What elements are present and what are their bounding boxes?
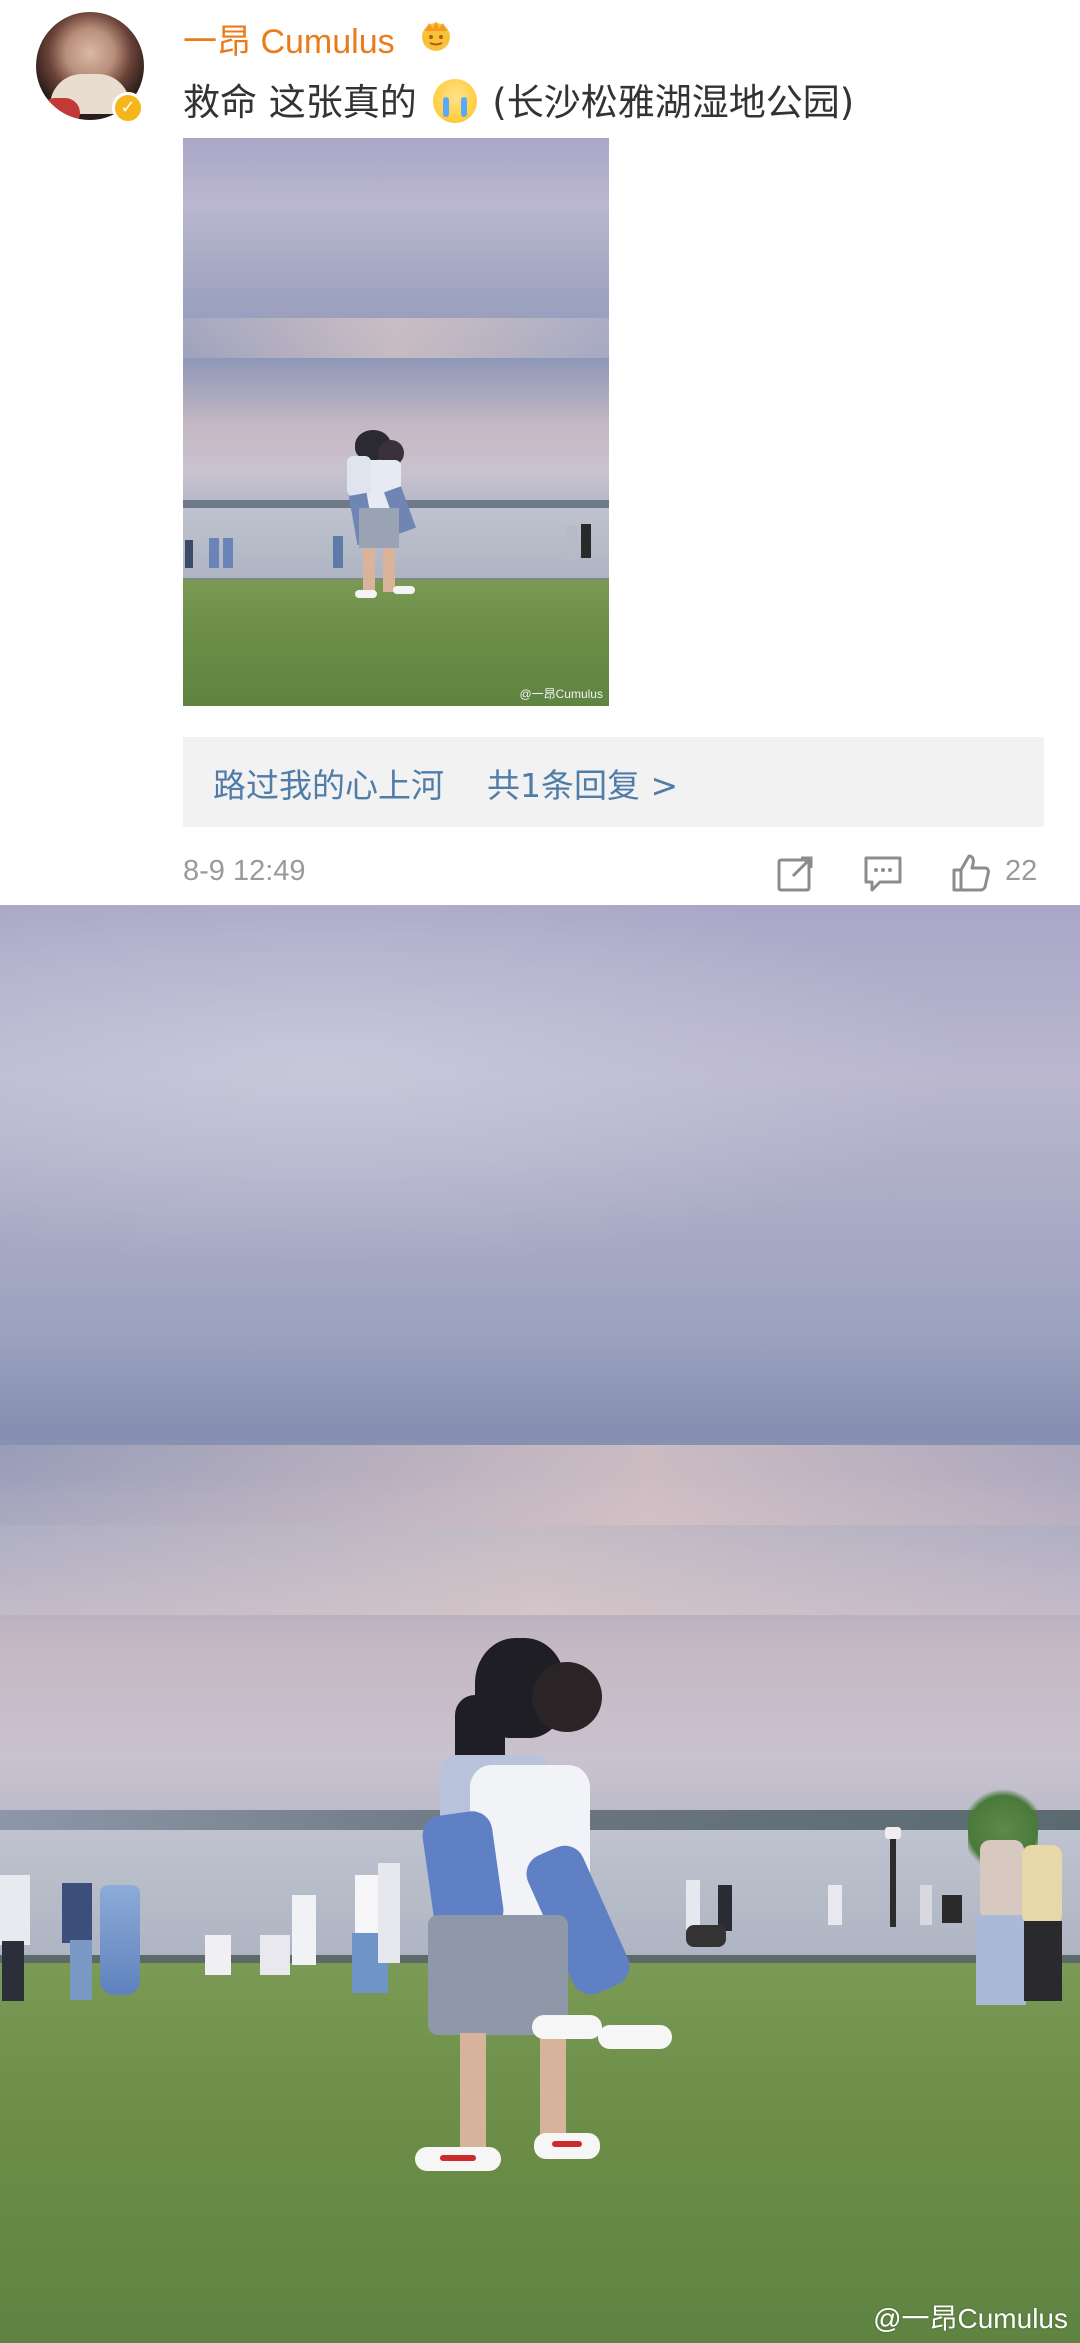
share-icon[interactable] [775,852,817,894]
post-timestamp: 8-9 12:49 [183,855,306,887]
comment-icon[interactable] [862,852,904,894]
like-count: 22 [1005,855,1038,887]
reply-count-link[interactable]: 共1条回复 > [487,766,678,805]
username[interactable]: 一昂 Cumulus [183,14,395,63]
photo-watermark: @一昂Cumulus [519,687,603,701]
crying-face-emoji-icon [432,79,477,123]
verified-badge-icon: ✓ [112,92,144,124]
post-photo-large[interactable]: @一昂Cumulus [0,905,1080,2343]
post-text: 救命 这张真的 (长沙松雅湖湿地公园) [183,72,854,126]
thumbs-up-icon[interactable] [950,852,992,894]
photo-watermark-large: @一昂Cumulus [873,2303,1068,2334]
weibo-post: ✓ 一昂 Cumulus 救命 这张真的 (长沙松雅湖湿地公园) @一昂Cumu… [0,0,1080,905]
post-text-main: 救命 这张真的 [183,81,417,124]
reply-preview-content: 路过我的心上河 [213,766,444,805]
post-photo-thumbnail[interactable]: @一昂Cumulus [183,138,609,706]
reply-preview-text[interactable]: 路过我的心上河 共1条回复 > [213,759,678,807]
reply-preview-box[interactable]: 路过我的心上河 共1条回复 > [183,737,1044,827]
post-location-text: (长沙松雅湖湿地公园) [492,81,855,124]
crown-icon [422,21,450,51]
